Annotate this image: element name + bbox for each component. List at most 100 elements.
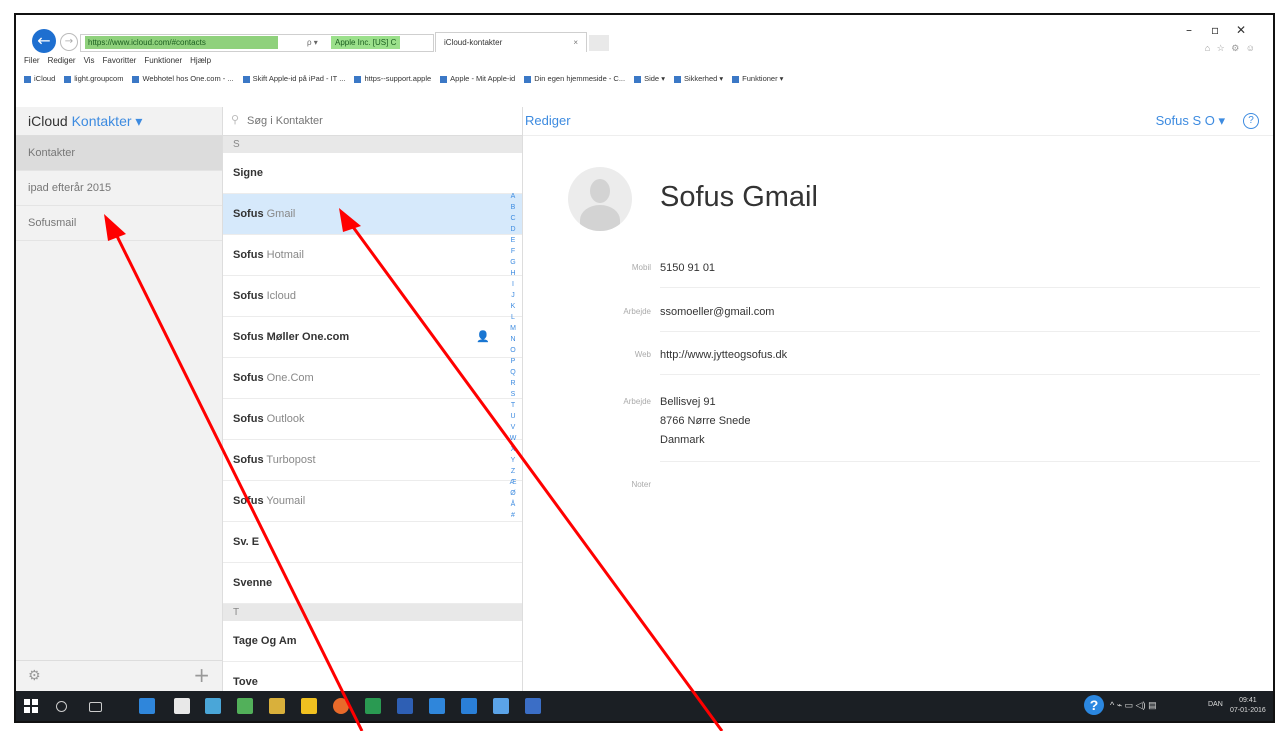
contact-row[interactable]: Svenne bbox=[223, 563, 522, 604]
index-letter[interactable]: E bbox=[507, 235, 519, 246]
help-icon[interactable]: ? bbox=[1243, 113, 1259, 129]
clock[interactable]: 09:41 07-01-2016 bbox=[1230, 696, 1266, 716]
chrome-icon[interactable] bbox=[301, 698, 317, 714]
index-letter[interactable]: Y bbox=[507, 455, 519, 466]
index-letter[interactable]: U bbox=[507, 411, 519, 422]
firefox-icon[interactable] bbox=[333, 698, 349, 714]
outlook-icon[interactable] bbox=[461, 698, 477, 714]
index-letter[interactable]: K bbox=[507, 301, 519, 312]
field-value[interactable]: 5150 91 01 bbox=[660, 259, 715, 278]
store-icon[interactable] bbox=[174, 698, 190, 714]
app-switcher[interactable]: Kontakter ▾ bbox=[72, 113, 143, 129]
contact-row[interactable]: Sofus Hotmail bbox=[223, 235, 522, 276]
index-letter[interactable]: M bbox=[507, 323, 519, 334]
contact-row[interactable]: Tove bbox=[223, 662, 522, 691]
edit-button[interactable]: Rediger bbox=[525, 107, 571, 135]
word-icon[interactable] bbox=[397, 698, 413, 714]
favorite-link[interactable]: https--support.apple bbox=[354, 72, 431, 86]
menu-item[interactable]: Vis bbox=[84, 56, 95, 65]
index-letter[interactable]: S bbox=[507, 389, 519, 400]
browser-tab[interactable]: iCloud-kontakter × bbox=[435, 32, 587, 52]
index-letter[interactable]: X bbox=[507, 444, 519, 455]
sidebar-group[interactable]: Kontakter bbox=[16, 136, 222, 171]
sidebar-group[interactable]: ipad efterår 2015 bbox=[16, 171, 222, 206]
forward-button[interactable]: → bbox=[60, 33, 78, 51]
index-letter[interactable]: L bbox=[507, 312, 519, 323]
favorite-link[interactable]: Webhotel hos One.com - ... bbox=[132, 72, 234, 86]
index-letter[interactable]: V bbox=[507, 422, 519, 433]
favorite-link[interactable]: iCloud bbox=[24, 72, 55, 86]
index-letter[interactable]: H bbox=[507, 268, 519, 279]
contact-row[interactable]: Sofus Turbopost bbox=[223, 440, 522, 481]
address-search-icon[interactable]: ρ ▾ bbox=[307, 38, 318, 47]
browser-toolbar-icons[interactable]: ⌂ ☆ ⚙ ☺ bbox=[1205, 43, 1257, 54]
mail-icon[interactable] bbox=[205, 698, 221, 714]
contact-row[interactable]: Sv. E bbox=[223, 522, 522, 563]
system-tray[interactable]: ^ ⌁ ▭ ◁) ▤ bbox=[1110, 700, 1157, 711]
new-tab-button[interactable] bbox=[589, 35, 609, 51]
index-letter[interactable]: P bbox=[507, 356, 519, 367]
index-letter[interactable]: N bbox=[507, 334, 519, 345]
index-letter[interactable]: O bbox=[507, 345, 519, 356]
contact-row[interactable]: Sofus One.Com bbox=[223, 358, 522, 399]
menu-item[interactable]: Hjælp bbox=[190, 56, 211, 65]
index-letter[interactable]: J bbox=[507, 290, 519, 301]
ie-icon[interactable] bbox=[429, 698, 445, 714]
favorite-link[interactable]: Apple - Mit Apple-id bbox=[440, 72, 515, 86]
user-menu[interactable]: Sofus S O ▾ bbox=[1156, 107, 1225, 135]
favorite-link[interactable]: Sikkerhed ▾ bbox=[673, 72, 723, 86]
network-icon[interactable] bbox=[237, 698, 253, 714]
folder-icon[interactable] bbox=[269, 698, 285, 714]
contact-row[interactable]: Sofus Outlook bbox=[223, 399, 522, 440]
tab-close-icon[interactable]: × bbox=[573, 33, 578, 53]
favorite-link[interactable]: Side ▾ bbox=[634, 72, 665, 86]
menu-item[interactable]: Rediger bbox=[48, 56, 76, 65]
menu-item[interactable]: Favoritter bbox=[103, 56, 137, 65]
alphabet-index[interactable]: A B C D E F G H I J K L M N O P Q R S T U V W X Y Z Æ Ø Å # bbox=[507, 191, 519, 521]
task-view-icon[interactable] bbox=[89, 702, 102, 712]
favorite-link[interactable]: Funktioner ▾ bbox=[732, 72, 783, 86]
windows-start-icon[interactable] bbox=[24, 699, 38, 713]
field-value[interactable]: http://www.jytteogsofus.dk bbox=[660, 346, 787, 365]
index-letter[interactable]: W bbox=[507, 433, 519, 444]
sidebar-group[interactable]: Sofusmail bbox=[16, 206, 222, 241]
contact-row[interactable]: Sofus Icloud bbox=[223, 276, 522, 317]
index-letter[interactable]: Æ bbox=[507, 477, 519, 488]
menu-item[interactable]: Filer bbox=[24, 56, 40, 65]
contact-row[interactable]: Signe bbox=[223, 153, 522, 194]
language-indicator[interactable]: DAN bbox=[1208, 701, 1223, 708]
certificate-badge[interactable]: Apple Inc. [US] C bbox=[331, 36, 401, 49]
ie-active-icon[interactable] bbox=[525, 698, 541, 714]
add-contact-icon[interactable]: + bbox=[193, 663, 210, 687]
close-window-icon[interactable]: ✕ bbox=[1236, 23, 1246, 37]
contact-row[interactable]: Tage Og Am bbox=[223, 621, 522, 662]
index-letter[interactable]: A bbox=[507, 191, 519, 202]
index-letter[interactable]: Ø bbox=[507, 488, 519, 499]
index-letter[interactable]: G bbox=[507, 257, 519, 268]
search-input[interactable] bbox=[229, 111, 509, 131]
minimize-icon[interactable]: – bbox=[1186, 23, 1192, 37]
contact-row[interactable]: Sofus Gmail bbox=[223, 194, 522, 235]
index-letter[interactable]: T bbox=[507, 400, 519, 411]
contact-row[interactable]: Sofus Youmail bbox=[223, 481, 522, 522]
field-value[interactable]: ssomoeller@gmail.com bbox=[660, 303, 774, 322]
index-letter[interactable]: R bbox=[507, 378, 519, 389]
excel-icon[interactable] bbox=[365, 698, 381, 714]
contact-row[interactable]: Sofus Møller One.com 👤 bbox=[223, 317, 522, 358]
index-letter[interactable]: Q bbox=[507, 367, 519, 378]
index-letter[interactable]: Z bbox=[507, 466, 519, 477]
gear-icon[interactable]: ⚙ bbox=[28, 668, 41, 684]
search-taskbar-icon[interactable] bbox=[56, 701, 67, 712]
index-letter[interactable]: B bbox=[507, 202, 519, 213]
index-letter[interactable]: D bbox=[507, 224, 519, 235]
edge-icon[interactable] bbox=[139, 698, 155, 714]
back-button[interactable]: ← bbox=[32, 29, 56, 53]
field-value[interactable]: Bellisvej 91 8766 Nørre Snede Danmark bbox=[660, 393, 751, 450]
restore-icon[interactable]: ▫ bbox=[1211, 23, 1219, 37]
index-letter[interactable]: C bbox=[507, 213, 519, 224]
favorite-link[interactable]: Din egen hjemmeside - C... bbox=[524, 72, 625, 86]
favorite-link[interactable]: Skift Apple-id på iPad - IT ... bbox=[242, 72, 345, 86]
index-letter[interactable]: Å bbox=[507, 499, 519, 510]
photos-icon[interactable] bbox=[493, 698, 509, 714]
help-taskbar-icon[interactable]: ? bbox=[1084, 695, 1104, 715]
